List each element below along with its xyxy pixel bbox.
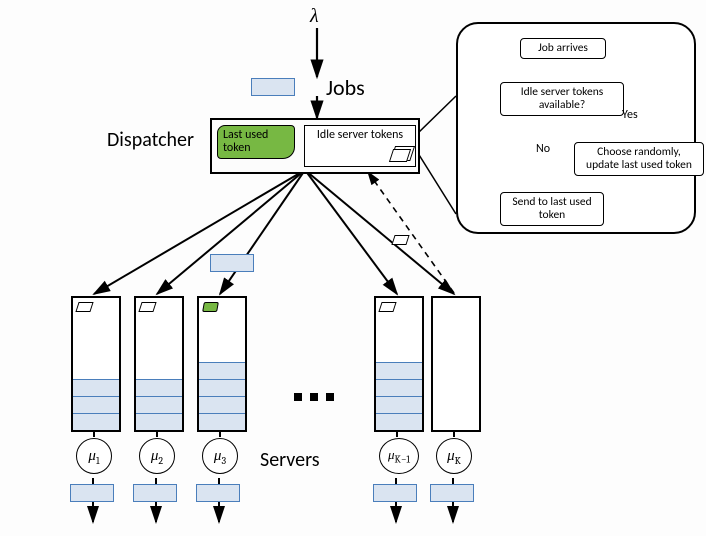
job-rect-incoming (251, 78, 295, 96)
flow-send-last-label: Send to last used token (512, 195, 591, 222)
flow-idle-available-label: Idle server tokens available? (521, 85, 604, 112)
jobs-label: Jobs (326, 74, 365, 101)
idle-server-tokens-box: Idle server tokens (304, 125, 416, 167)
dispatcher-label: Dispatcher (107, 128, 194, 152)
dispatcher-box: Last used token Idle server tokens (210, 118, 420, 174)
lambda-symbol: λ (310, 4, 319, 28)
server-k-1-token-icon (378, 302, 396, 312)
job-rect-out-2 (133, 484, 177, 502)
flow-job-arrives-label: Job arrives (538, 41, 588, 55)
flow-send-last: Send to last used token (500, 192, 604, 226)
last-used-token-box: Last used token (217, 125, 295, 159)
job-rect-out-3 (196, 484, 240, 502)
flow-no-label: No (536, 142, 550, 156)
mu-k: μK (436, 438, 472, 474)
flow-yes-label: Yes (622, 108, 638, 122)
server-3-last-used-icon (202, 302, 219, 312)
server-2-token-icon (138, 302, 156, 312)
server-2-queue (136, 379, 182, 430)
server-1-token-icon (75, 302, 93, 312)
server-1-queue (73, 379, 119, 430)
servers-label: Servers (260, 448, 320, 472)
ellipsis-dots (290, 390, 338, 405)
flow-job-arrives: Job arrives (520, 38, 606, 59)
flow-idle-available: Idle server tokens available? (500, 82, 624, 116)
mu-3: μ3 (202, 438, 238, 474)
server-1 (71, 296, 121, 432)
token-stack-icon (389, 149, 411, 162)
server-k-1-queue (376, 362, 422, 430)
mu-k-1: μK−1 (379, 438, 419, 474)
idle-server-tokens-label: Idle server tokens (317, 128, 403, 142)
mu-2: μ2 (139, 438, 175, 474)
job-rect-inflight (210, 254, 254, 272)
server-2 (134, 296, 184, 432)
job-rect-out-1 (70, 484, 114, 502)
job-rect-out-k-1 (373, 484, 417, 502)
server-k (431, 296, 481, 432)
flow-choose-randomly-label: Choose randomly, update last used token (586, 145, 692, 172)
flow-choose-randomly: Choose randomly, update last used token (574, 142, 704, 176)
server-k-1 (374, 296, 424, 432)
flowchart-container: Job arrives Idle server tokens available… (456, 22, 696, 234)
server-3 (197, 296, 247, 432)
server-3-queue (199, 362, 245, 430)
job-rect-out-k (430, 484, 474, 502)
last-used-token-label: Last used token (223, 128, 268, 155)
mu-1: μ1 (76, 438, 112, 474)
